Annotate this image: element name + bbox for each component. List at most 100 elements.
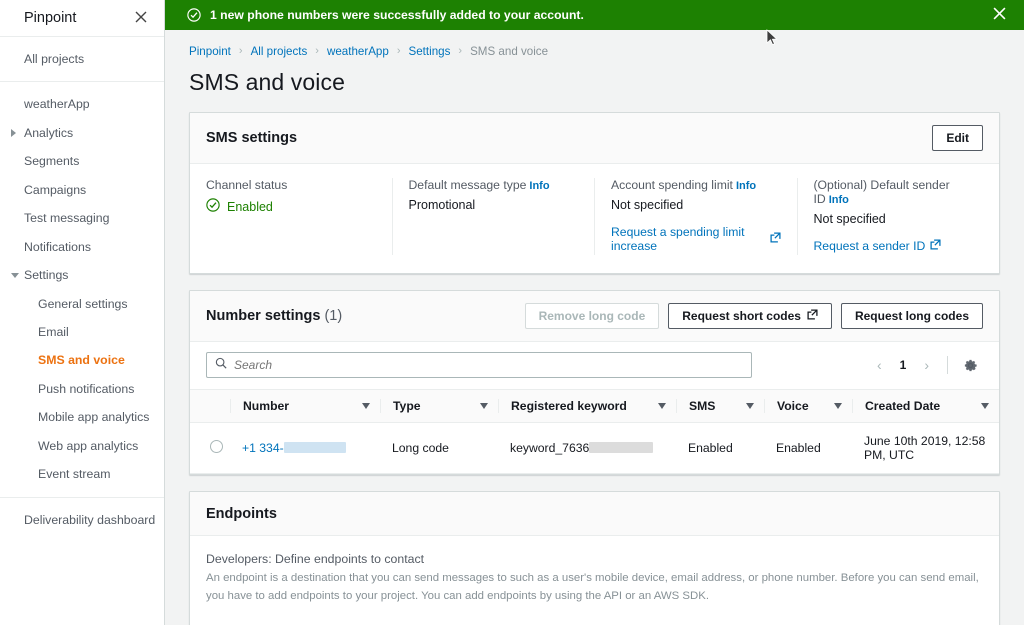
endpoints-title: Endpoints <box>206 505 277 522</box>
sidebar-item-label: Notifications <box>24 239 91 254</box>
pagination-page-1[interactable]: 1 <box>892 355 915 375</box>
sidebar-item-deliverability-dashboard[interactable]: Deliverability dashboard <box>0 506 164 534</box>
sidebar-item-web-app-analytics[interactable]: Web app analytics <box>0 432 164 460</box>
redacted-keyword <box>589 442 654 453</box>
sms-setting-label: (Optional) Default sender ID Info <box>814 178 984 206</box>
chevron-right-icon[interactable]: › <box>916 354 937 376</box>
numbers-table-head: Number Type Registered keyword SMS Voice Crea… <box>190 389 999 423</box>
table-header-created-date[interactable]: Created Date <box>852 389 999 423</box>
number-settings-title: Number settings (1) <box>206 308 342 324</box>
row-radio-button[interactable] <box>209 440 223 453</box>
app-root: Pinpoint All projects weatherApp Analytic… <box>0 0 1024 625</box>
sort-descending-icon[interactable] <box>480 403 488 409</box>
cell-sms: Enabled <box>676 422 764 474</box>
sidebar-item-push-notifications[interactable]: Push notifications <box>0 375 164 403</box>
sidebar: Pinpoint All projects weatherApp Analytic… <box>0 0 165 625</box>
number-link[interactable]: +1 334- <box>242 441 284 455</box>
table-header-label: Created Date <box>865 399 941 413</box>
sidebar-item-label: Settings <box>24 268 69 283</box>
sidebar-item-label: Event stream <box>38 467 111 482</box>
table-header-registered-keyword[interactable]: Registered keyword <box>498 389 676 423</box>
cell-type: Long code <box>380 422 498 474</box>
sidebar-item-notifications[interactable]: Notifications <box>0 233 164 261</box>
external-link-icon <box>930 239 941 253</box>
table-header-number[interactable]: Number <box>230 389 380 423</box>
sms-setting-value: Enabled <box>206 198 376 215</box>
search-box[interactable] <box>206 352 752 378</box>
breadcrumb-item-sms-and-voice: SMS and voice <box>470 44 549 58</box>
sidebar-item-weatherapp[interactable]: weatherApp <box>0 90 164 118</box>
breadcrumb-item-pinpoint[interactable]: Pinpoint <box>189 45 231 58</box>
sidebar-item-label: weatherApp <box>24 97 90 112</box>
flash-message: 1 new phone numbers were successfully ad… <box>210 8 584 22</box>
table-header-label: Type <box>393 399 421 413</box>
sidebar-item-label: Test messaging <box>24 211 110 226</box>
info-link[interactable]: Info <box>829 194 849 206</box>
sidebar-item-settings[interactable]: Settings <box>0 261 164 289</box>
sidebar-item-segments[interactable]: Segments <box>0 147 164 175</box>
success-check-circle-icon <box>206 198 220 215</box>
sidebar-header: Pinpoint <box>0 0 164 37</box>
numbers-table-header-row: Number Type Registered keyword SMS Voice Crea… <box>190 389 999 423</box>
sidebar-item-label: Analytics <box>24 125 74 140</box>
sms-setting-value: Not specified <box>611 198 684 212</box>
edit-button[interactable]: Edit <box>932 125 983 151</box>
sort-descending-icon[interactable] <box>746 403 754 409</box>
sidebar-item-all-projects[interactable]: All projects <box>0 45 164 73</box>
sidebar-item-general-settings[interactable]: General settings <box>0 290 164 318</box>
table-header-type[interactable]: Type <box>380 389 498 423</box>
table-row[interactable]: +1 334- Long code keyword_7636 Enabled Enabl… <box>190 422 999 474</box>
sidebar-item-label: Push notifications <box>38 381 135 396</box>
sidebar-item-email[interactable]: Email <box>0 318 164 346</box>
external-link-3[interactable]: Request a sender ID <box>814 239 942 253</box>
external-link-icon <box>769 232 781 246</box>
sidebar-item-analytics[interactable]: Analytics <box>0 119 164 147</box>
breadcrumb: Pinpoint › All projects › weatherApp › Setting… <box>165 30 1024 60</box>
sms-setting-column-3: (Optional) Default sender ID Info Not spec… <box>796 178 1000 255</box>
info-link[interactable]: Info <box>736 180 756 192</box>
table-toolbar: ‹ 1 › <box>190 342 999 389</box>
sort-descending-icon[interactable] <box>362 403 370 409</box>
button-label: Remove long code <box>538 309 646 323</box>
sidebar-item-sms-and-voice[interactable]: SMS and voice <box>0 346 164 374</box>
sidebar-item-test-messaging[interactable]: Test messaging <box>0 204 164 232</box>
sms-settings-card: SMS settings Edit Channel status Enabled D… <box>189 112 1000 274</box>
sort-descending-icon[interactable] <box>834 403 842 409</box>
flash-close-icon[interactable] <box>987 5 1012 26</box>
info-link[interactable]: Info <box>529 180 549 192</box>
close-icon[interactable] <box>132 9 150 28</box>
table-header-sms[interactable]: SMS <box>676 389 764 423</box>
sort-descending-icon[interactable] <box>658 403 666 409</box>
cell-registered-keyword: keyword_7636 <box>498 422 676 474</box>
endpoints-header: Endpoints <box>190 492 999 536</box>
endpoints-card: Endpoints Developers: Define endpoints t… <box>189 491 1000 625</box>
breadcrumb-item-all-projects[interactable]: All projects <box>251 45 308 58</box>
breadcrumb-item-settings[interactable]: Settings <box>409 45 451 58</box>
sidebar-item-campaigns[interactable]: Campaigns <box>0 176 164 204</box>
gear-icon[interactable] <box>958 355 983 376</box>
content-scroll: Pinpoint › All projects › weatherApp › Setting… <box>165 30 1024 625</box>
sidebar-item-event-stream[interactable]: Event stream <box>0 460 164 488</box>
number-settings-actions: Remove long code Request short codes Reque… <box>524 303 983 329</box>
external-link-2[interactable]: Request a spending limit increase <box>611 225 781 253</box>
endpoints-expander-use-aws-pinpoint-sdk[interactable]: Use AWS Pinpoint SDK <box>206 619 983 625</box>
request-short-codes-button[interactable]: Request short codes <box>668 303 832 329</box>
breadcrumb-separator: › <box>396 45 401 57</box>
breadcrumb-separator: › <box>238 45 243 57</box>
breadcrumb-item-weatherapp[interactable]: weatherApp <box>327 45 389 58</box>
sms-setting-label: Channel status <box>206 178 376 192</box>
sidebar-item-label: Mobile app analytics <box>38 410 150 425</box>
sidebar-item-label: General settings <box>38 296 128 311</box>
external-link-label: Request a spending limit increase <box>611 225 745 253</box>
chevron-down-icon[interactable] <box>11 272 19 278</box>
request-long-codes-button[interactable]: Request long codes <box>840 303 983 329</box>
search-input[interactable] <box>234 358 743 372</box>
sidebar-item-label: Segments <box>24 154 80 169</box>
table-header-voice[interactable]: Voice <box>764 389 852 423</box>
chevron-left-icon[interactable]: ‹ <box>869 354 890 376</box>
chevron-right-icon[interactable] <box>11 129 16 138</box>
sort-descending-icon[interactable] <box>981 403 989 409</box>
sidebar-item-mobile-app-analytics[interactable]: Mobile app analytics <box>0 403 164 431</box>
sms-settings-header: SMS settings Edit <box>190 113 999 164</box>
sidebar-item-label: All projects <box>24 52 85 66</box>
